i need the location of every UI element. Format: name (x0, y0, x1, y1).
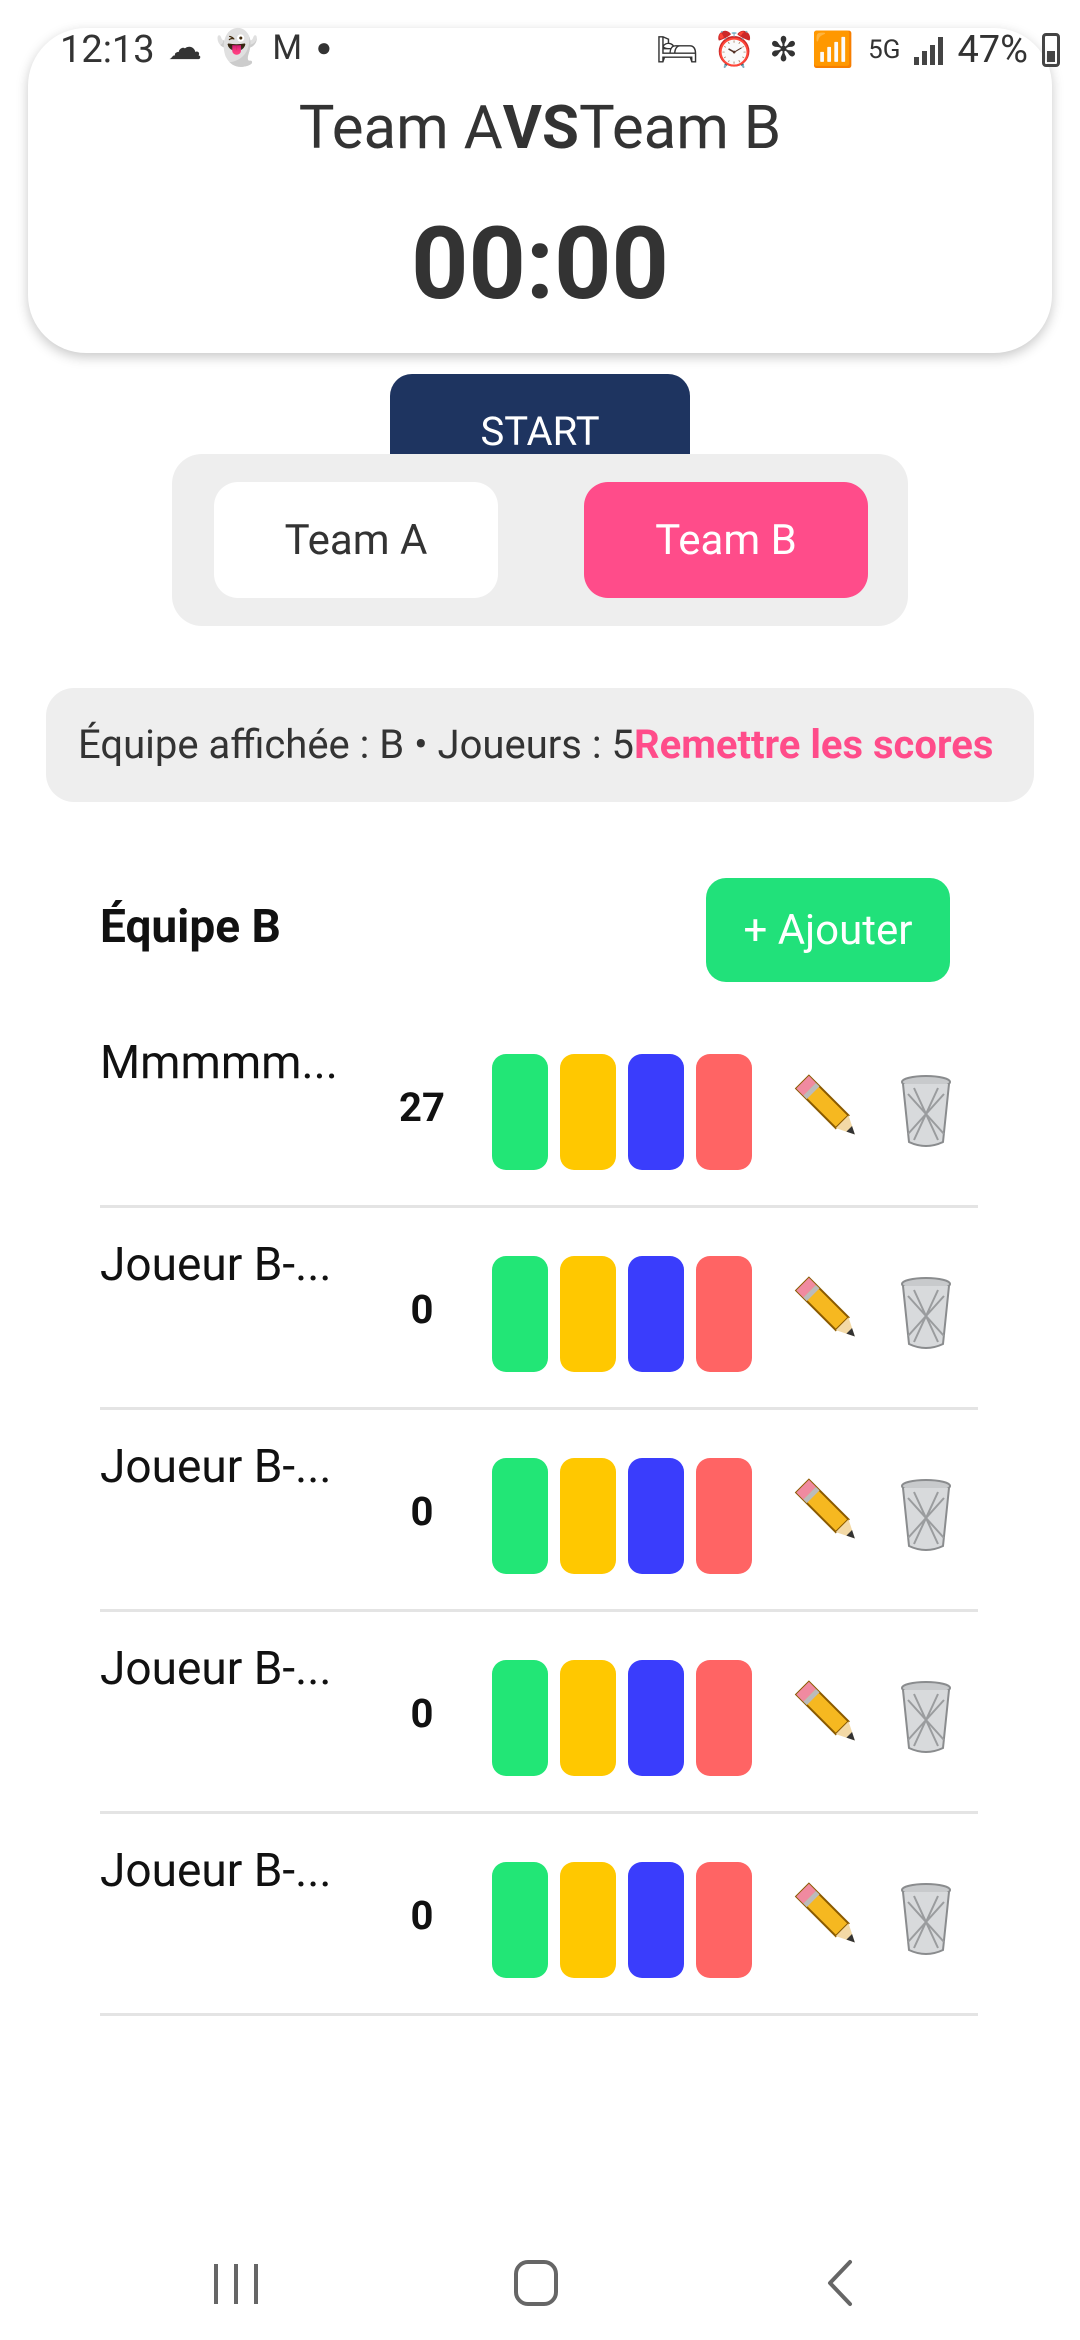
green-score-button[interactable] (492, 1256, 548, 1372)
blue-score-button[interactable] (628, 1660, 684, 1776)
trash-icon[interactable] (886, 1266, 966, 1356)
player-row: Joueur B-... 0 (100, 1612, 978, 1814)
pencil-icon[interactable] (788, 1872, 868, 1962)
red-score-button[interactable] (696, 1458, 752, 1574)
cloud-icon: ☁ (168, 28, 202, 68)
red-score-button[interactable] (696, 1862, 752, 1978)
bluetooth-icon: ✻ (769, 30, 798, 70)
blue-score-button[interactable] (628, 1862, 684, 1978)
player-name: Joueur B-... (100, 1642, 332, 1696)
blue-score-button[interactable] (628, 1256, 684, 1372)
tab-team-a[interactable]: Team A (214, 482, 498, 598)
player-row: Joueur B-... 0 (100, 1814, 978, 2016)
reset-scores-link[interactable]: Remettre les scores (634, 721, 993, 768)
wifi-icon: 📶 (811, 30, 855, 70)
player-score: 0 (410, 1892, 434, 1939)
red-score-button[interactable] (696, 1660, 752, 1776)
player-score: 0 (410, 1488, 434, 1535)
player-name: Mmmmm... (100, 1036, 338, 1090)
add-player-button[interactable]: + Ajouter (706, 878, 950, 982)
blue-score-button[interactable] (628, 1458, 684, 1574)
yellow-score-button[interactable] (560, 1256, 616, 1372)
recents-icon[interactable] (196, 2248, 276, 2318)
pencil-icon[interactable] (788, 1266, 868, 1356)
battery-icon (1042, 33, 1060, 67)
green-score-button[interactable] (492, 1862, 548, 1978)
status-bar: 12:13 ☁ 👻 M ● 🛏 ⏰ ✻ 📶 5G 47% (0, 0, 1080, 96)
match-title: Team AVSTeam B (0, 92, 1080, 164)
trash-icon[interactable] (886, 1872, 966, 1962)
player-score: 0 (410, 1286, 434, 1333)
player-name: Joueur B-... (100, 1844, 332, 1898)
team-switch: Team A Team B (172, 454, 908, 626)
match-timer: 00:00 (411, 206, 669, 323)
vs-label: VS (502, 92, 579, 163)
alarm-icon: ⏰ (712, 30, 756, 70)
red-score-button[interactable] (696, 1054, 752, 1170)
green-score-button[interactable] (492, 1660, 548, 1776)
player-score: 27 (399, 1084, 445, 1131)
yellow-score-button[interactable] (560, 1862, 616, 1978)
home-icon[interactable] (496, 2248, 576, 2318)
team-section-title: Équipe B (100, 900, 281, 954)
gmail-icon: M (272, 28, 303, 68)
pencil-icon[interactable] (788, 1670, 868, 1760)
tab-team-b[interactable]: Team B (584, 482, 868, 598)
back-icon[interactable] (800, 2248, 880, 2318)
trash-icon[interactable] (886, 1468, 966, 1558)
pencil-icon[interactable] (788, 1064, 868, 1154)
player-score: 0 (410, 1690, 434, 1737)
signal-icon (914, 35, 944, 65)
green-score-button[interactable] (492, 1458, 548, 1574)
info-text: Équipe affichée : B • Joueurs : 5 (78, 721, 634, 768)
player-name: Joueur B-... (100, 1238, 332, 1292)
info-bar: Équipe affichée : B • Joueurs : 5Remettr… (46, 688, 1034, 802)
team-b-name: Team B (578, 92, 782, 163)
start-button[interactable]: START (390, 374, 690, 455)
team-a-name: Team A (298, 92, 503, 163)
player-row: Mmmmm... 27 (100, 1006, 978, 1208)
status-time: 12:13 (60, 28, 155, 72)
trash-icon[interactable] (886, 1064, 966, 1154)
bed-icon: 🛏 (655, 30, 699, 70)
player-row: Joueur B-... 0 (100, 1208, 978, 1410)
pencil-icon[interactable] (788, 1468, 868, 1558)
volte-5g-icon: 5G (868, 35, 901, 65)
player-name: Joueur B-... (100, 1440, 332, 1494)
blue-score-button[interactable] (628, 1054, 684, 1170)
trash-icon[interactable] (886, 1670, 966, 1760)
battery-percent: 47% (957, 28, 1028, 72)
player-row: Joueur B-... 0 (100, 1410, 978, 1612)
yellow-score-button[interactable] (560, 1458, 616, 1574)
dot-icon: ● (316, 33, 332, 63)
snapchat-icon: 👻 (216, 28, 259, 68)
yellow-score-button[interactable] (560, 1660, 616, 1776)
green-score-button[interactable] (492, 1054, 548, 1170)
navigation-bar (0, 2220, 1080, 2340)
red-score-button[interactable] (696, 1256, 752, 1372)
yellow-score-button[interactable] (560, 1054, 616, 1170)
